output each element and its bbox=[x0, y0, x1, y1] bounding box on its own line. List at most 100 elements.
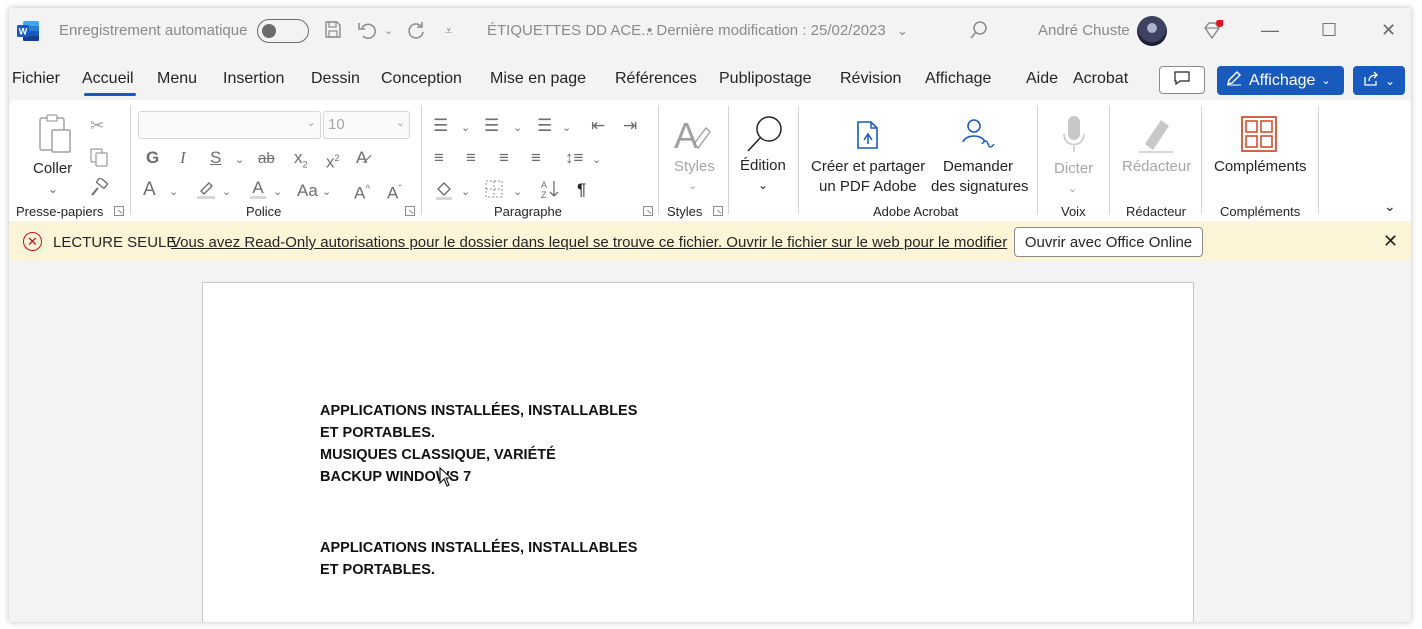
tab-references[interactable]: Références bbox=[615, 70, 697, 88]
request-signatures-label-1[interactable]: Demander bbox=[943, 157, 1013, 177]
clipboard-launcher-icon[interactable] bbox=[114, 206, 124, 216]
copy-icon[interactable] bbox=[89, 147, 109, 172]
request-signatures-icon[interactable] bbox=[960, 118, 996, 153]
tab-mise-en-page[interactable]: Mise en page bbox=[490, 70, 586, 88]
infobar-close-icon[interactable]: ✕ bbox=[1383, 231, 1398, 252]
tab-revision[interactable]: Révision bbox=[840, 70, 901, 88]
font-color-dropdown-icon[interactable]: ⌄ bbox=[273, 182, 282, 202]
dictate-label[interactable]: Dicter bbox=[1054, 159, 1093, 179]
highlight-icon[interactable] bbox=[195, 178, 217, 205]
multilevel-dropdown-icon[interactable]: ⌄ bbox=[562, 118, 571, 138]
line-spacing-dropdown-icon[interactable]: ⌄ bbox=[592, 150, 601, 170]
tab-fichier[interactable]: Fichier bbox=[12, 70, 60, 88]
font-size-combo[interactable]: 10 ⌄ bbox=[323, 111, 410, 139]
create-pdf-label-2[interactable]: un PDF Adobe bbox=[819, 177, 917, 197]
strikethrough-icon[interactable]: ab bbox=[258, 149, 275, 169]
shading-dropdown-icon[interactable]: ⌄ bbox=[461, 182, 470, 202]
font-color-icon[interactable]: A bbox=[248, 178, 268, 205]
bullets-dropdown-icon[interactable]: ⌄ bbox=[461, 118, 470, 138]
undo-icon[interactable] bbox=[357, 20, 379, 45]
underline-icon[interactable]: S bbox=[210, 148, 221, 168]
styles-label[interactable]: Styles bbox=[674, 157, 715, 177]
change-case-dropdown-icon[interactable]: ⌄ bbox=[322, 182, 331, 202]
paragraph-launcher-icon[interactable] bbox=[643, 206, 653, 216]
redo-icon[interactable] bbox=[405, 20, 427, 45]
comments-button[interactable] bbox=[1159, 66, 1205, 94]
format-painter-icon[interactable] bbox=[89, 177, 109, 203]
justify-icon[interactable]: ≡ bbox=[531, 148, 541, 168]
tab-menu[interactable]: Menu bbox=[157, 70, 197, 88]
highlight-dropdown-icon[interactable]: ⌄ bbox=[222, 182, 231, 202]
undo-dropdown-icon[interactable]: ⌄ bbox=[384, 20, 393, 42]
dictate-dropdown-icon[interactable]: ⌄ bbox=[1068, 179, 1077, 199]
minimize-icon[interactable]: — bbox=[1261, 20, 1279, 41]
create-pdf-icon[interactable] bbox=[855, 120, 881, 155]
tab-affichage[interactable]: Affichage bbox=[925, 70, 991, 88]
create-pdf-label-1[interactable]: Créer et partager bbox=[811, 157, 925, 177]
paste-dropdown-icon[interactable]: ⌄ bbox=[48, 179, 58, 199]
font-name-combo[interactable]: ⌄ bbox=[138, 111, 321, 139]
find-magnifier-icon[interactable] bbox=[745, 114, 785, 159]
change-case-icon[interactable]: Aa bbox=[297, 181, 318, 201]
customize-toolbar-icon[interactable]: ⩡ bbox=[445, 20, 452, 42]
share-button[interactable]: ⌄ bbox=[1353, 66, 1405, 95]
styles-icon[interactable]: A bbox=[672, 114, 712, 161]
grow-font-icon[interactable]: A^ bbox=[354, 180, 370, 204]
subscript-icon[interactable]: x2 bbox=[294, 148, 308, 174]
align-right-icon[interactable]: ≡ bbox=[499, 148, 509, 168]
editing-dropdown-icon[interactable]: ⌄ bbox=[758, 175, 768, 195]
document-line[interactable]: APPLICATIONS INSTALLÉES, INSTALLABLES bbox=[320, 540, 637, 556]
tab-acrobat[interactable]: Acrobat bbox=[1073, 70, 1128, 88]
editor-label[interactable]: Rédacteur bbox=[1122, 157, 1191, 177]
maximize-icon[interactable]: ☐ bbox=[1321, 20, 1337, 41]
close-icon[interactable]: ✕ bbox=[1381, 20, 1396, 41]
tab-conception[interactable]: Conception bbox=[381, 70, 462, 88]
underline-dropdown-icon[interactable]: ⌄ bbox=[235, 150, 244, 170]
align-center-icon[interactable]: ≡ bbox=[466, 148, 476, 168]
tab-accueil[interactable]: Accueil bbox=[82, 70, 134, 88]
shading-icon[interactable] bbox=[434, 179, 454, 206]
borders-dropdown-icon[interactable]: ⌄ bbox=[513, 182, 522, 202]
shrink-font-icon[interactable]: Aˇ bbox=[387, 180, 402, 204]
increase-indent-icon[interactable]: ⇥ bbox=[623, 116, 637, 136]
tab-aide[interactable]: Aide bbox=[1026, 70, 1058, 88]
align-left-icon[interactable]: ≡ bbox=[434, 148, 444, 168]
italic-icon[interactable]: I bbox=[180, 148, 186, 168]
title-dropdown-icon[interactable]: ⌄ bbox=[897, 20, 908, 42]
avatar[interactable] bbox=[1137, 16, 1167, 46]
font-launcher-icon[interactable] bbox=[405, 206, 415, 216]
bullets-icon[interactable]: ☰ bbox=[433, 116, 448, 136]
open-office-online-button[interactable]: Ouvrir avec Office Online bbox=[1014, 227, 1203, 257]
line-spacing-icon[interactable]: ↕≡ bbox=[565, 148, 583, 168]
styles-launcher-icon[interactable] bbox=[713, 206, 723, 216]
ribbon-collapse-icon[interactable]: ⌄ bbox=[1384, 196, 1396, 216]
premium-diamond-icon[interactable] bbox=[1201, 19, 1224, 47]
user-name[interactable]: André Chuste bbox=[1038, 22, 1130, 39]
microphone-icon[interactable] bbox=[1061, 114, 1087, 159]
multilevel-list-icon[interactable]: ☰ bbox=[537, 116, 552, 136]
document-line[interactable]: MUSIQUES CLASSIQUE, VARIÉTÉ bbox=[320, 447, 556, 463]
document-line[interactable]: APPLICATIONS INSTALLÉES, INSTALLABLES bbox=[320, 403, 637, 419]
document-line[interactable]: ET PORTABLES. bbox=[320, 562, 435, 578]
text-effects-dropdown-icon[interactable]: ⌄ bbox=[169, 182, 178, 202]
show-formatting-marks-icon[interactable]: ¶ bbox=[577, 180, 586, 200]
document-line[interactable]: ET PORTABLES. bbox=[320, 425, 435, 441]
document-title[interactable]: ÉTIQUETTES DD ACE... bbox=[487, 22, 654, 39]
cut-icon[interactable]: ✂ bbox=[90, 116, 104, 136]
infobar-message-link[interactable]: Vous avez Read-Only autorisations pour l… bbox=[171, 234, 1007, 251]
addins-label[interactable]: Compléments bbox=[1214, 157, 1307, 177]
paste-icon[interactable] bbox=[37, 114, 73, 161]
paste-label[interactable]: Coller bbox=[33, 159, 72, 179]
word-logo-icon[interactable]: W bbox=[17, 21, 39, 41]
editor-pen-icon[interactable] bbox=[1137, 114, 1175, 159]
numbering-icon[interactable]: ☰ bbox=[484, 116, 499, 136]
autosave-toggle[interactable] bbox=[257, 19, 309, 43]
view-mode-button[interactable]: Affichage ⌄ bbox=[1217, 66, 1344, 95]
superscript-icon[interactable]: x2 bbox=[326, 148, 340, 173]
tab-insertion[interactable]: Insertion bbox=[223, 70, 284, 88]
editing-label[interactable]: Édition bbox=[740, 156, 786, 176]
tab-publipostage[interactable]: Publipostage bbox=[719, 70, 812, 88]
text-effects-icon[interactable]: A bbox=[143, 180, 156, 200]
addins-grid-icon[interactable] bbox=[1241, 116, 1277, 157]
last-modified[interactable]: • Dernière modification : 25/02/2023 bbox=[647, 22, 886, 39]
